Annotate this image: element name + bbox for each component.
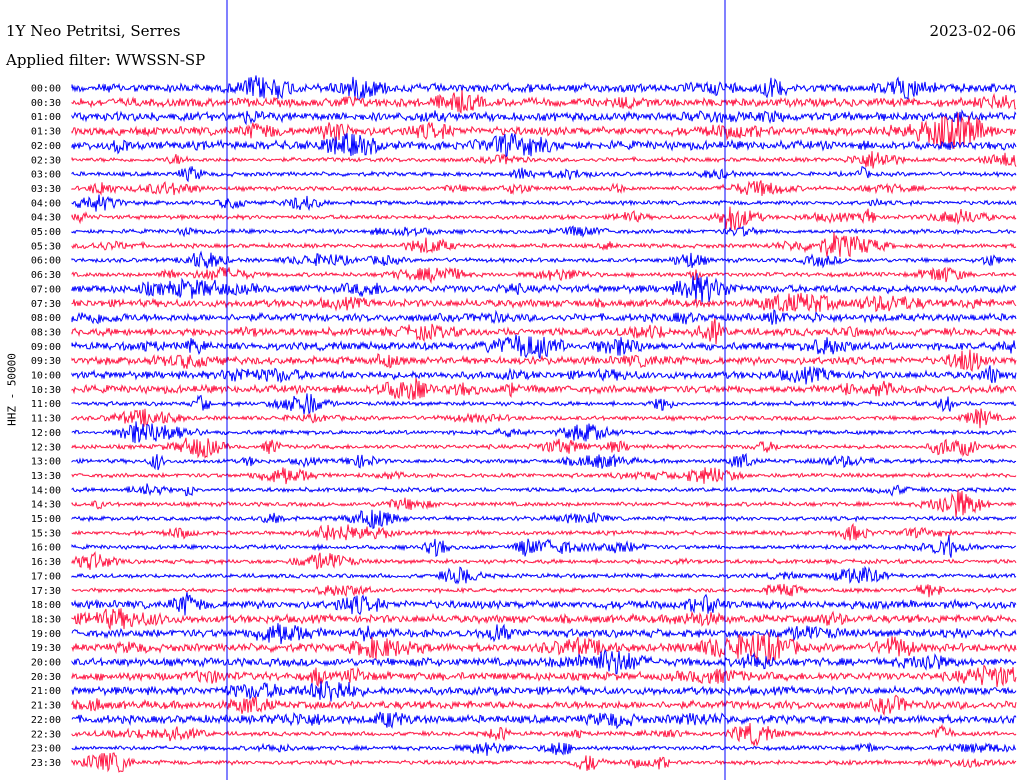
- time-label: 16:30: [31, 557, 61, 568]
- trace-line: [71, 551, 1017, 570]
- trace-line: [71, 377, 1017, 401]
- seismic-traces: [71, 75, 1017, 773]
- trace-line: [71, 194, 1017, 212]
- time-label: 09:30: [31, 356, 61, 367]
- trace-line: [71, 334, 1017, 359]
- trace-line: [71, 421, 1017, 444]
- time-label: 14:30: [31, 500, 61, 511]
- time-label: 21:00: [31, 686, 61, 697]
- trace-line: [71, 180, 1017, 197]
- trace-line: [71, 151, 1017, 169]
- time-label: 19:30: [31, 643, 61, 654]
- time-label: 07:30: [31, 299, 61, 310]
- trace-line: [71, 437, 1017, 459]
- time-label: 02:00: [31, 141, 61, 152]
- trace-line: [71, 534, 1017, 558]
- time-label: 06:30: [31, 270, 61, 281]
- trace-line: [71, 90, 1017, 114]
- trace-line: [71, 681, 1017, 702]
- time-label: 12:00: [31, 428, 61, 439]
- time-label: 16:00: [31, 543, 61, 554]
- time-label: 00:00: [31, 84, 61, 95]
- time-label: 07:00: [31, 284, 61, 295]
- trace-line: [71, 694, 1017, 716]
- trace-line: [71, 623, 1017, 645]
- time-label: 11:00: [31, 399, 61, 410]
- time-label: 04:30: [31, 213, 61, 224]
- time-label: 06:00: [31, 256, 61, 267]
- time-label: 00:30: [31, 98, 61, 109]
- trace-line: [71, 452, 1017, 471]
- trace-line: [71, 292, 1017, 313]
- time-label: 18:00: [31, 600, 61, 611]
- time-label: 17:30: [31, 586, 61, 597]
- trace-line: [71, 565, 1017, 585]
- trace-line: [71, 250, 1017, 269]
- trace-line: [71, 393, 1017, 415]
- time-label: 19:00: [31, 629, 61, 640]
- trace-line: [71, 489, 1017, 518]
- time-label: 08:30: [31, 327, 61, 338]
- trace-line: [71, 742, 1017, 756]
- time-label: 05:30: [31, 241, 61, 252]
- trace-line: [71, 349, 1017, 372]
- trace-line: [71, 632, 1017, 664]
- time-label: 05:00: [31, 227, 61, 238]
- trace-line: [71, 365, 1017, 385]
- time-label: 10:30: [31, 385, 61, 396]
- trace-line: [71, 509, 1017, 530]
- time-label: 03:30: [31, 184, 61, 195]
- trace-line: [71, 522, 1017, 541]
- trace-line: [71, 711, 1017, 730]
- helicorder-plot: 00:00 00:30 01:00 01:30 02:00 02:30 03:00 03:30…: [31, 0, 1017, 780]
- trace-line: [71, 483, 1017, 497]
- time-label: 10:00: [31, 371, 61, 382]
- time-labels: 00:00 00:30 01:00 01:30 02:00 02:30 03:00 03:30…: [31, 84, 61, 769]
- time-label: 21:30: [31, 701, 61, 712]
- trace-line: [71, 232, 1017, 258]
- time-label: 22:00: [31, 715, 61, 726]
- time-label: 14:00: [31, 485, 61, 496]
- time-label: 22:30: [31, 729, 61, 740]
- trace-line: [71, 722, 1017, 747]
- time-label: 01:00: [31, 112, 61, 123]
- trace-line: [71, 75, 1017, 101]
- time-label: 13:00: [31, 457, 61, 468]
- time-label: 08:00: [31, 313, 61, 324]
- trace-line: [71, 225, 1017, 238]
- trace-line: [71, 109, 1017, 126]
- time-label: 15:00: [31, 514, 61, 525]
- trace-line: [71, 649, 1017, 675]
- trace-line: [71, 266, 1017, 285]
- time-label: 03:00: [31, 170, 61, 181]
- time-label: 12:30: [31, 442, 61, 453]
- time-label: 04:00: [31, 198, 61, 209]
- trace-line: [71, 467, 1017, 485]
- trace-line: [71, 206, 1017, 231]
- trace-line: [71, 309, 1017, 325]
- time-label: 23:00: [31, 744, 61, 755]
- trace-line: [71, 408, 1017, 429]
- time-label: 17:00: [31, 571, 61, 582]
- trace-line: [71, 752, 1017, 773]
- time-label: 20:30: [31, 672, 61, 683]
- trace-line: [71, 133, 1017, 158]
- time-label: 15:30: [31, 528, 61, 539]
- trace-line: [71, 166, 1017, 183]
- trace-line: [71, 608, 1017, 631]
- trace-line: [71, 592, 1017, 616]
- trace-line: [71, 664, 1017, 688]
- time-label: 13:30: [31, 471, 61, 482]
- time-label: 01:30: [31, 127, 61, 138]
- time-label: 09:00: [31, 342, 61, 353]
- time-label: 02:30: [31, 155, 61, 166]
- trace-line: [71, 583, 1017, 598]
- time-label: 20:00: [31, 658, 61, 669]
- time-label: 18:30: [31, 614, 61, 625]
- time-label: 23:30: [31, 758, 61, 769]
- time-label: 11:30: [31, 414, 61, 425]
